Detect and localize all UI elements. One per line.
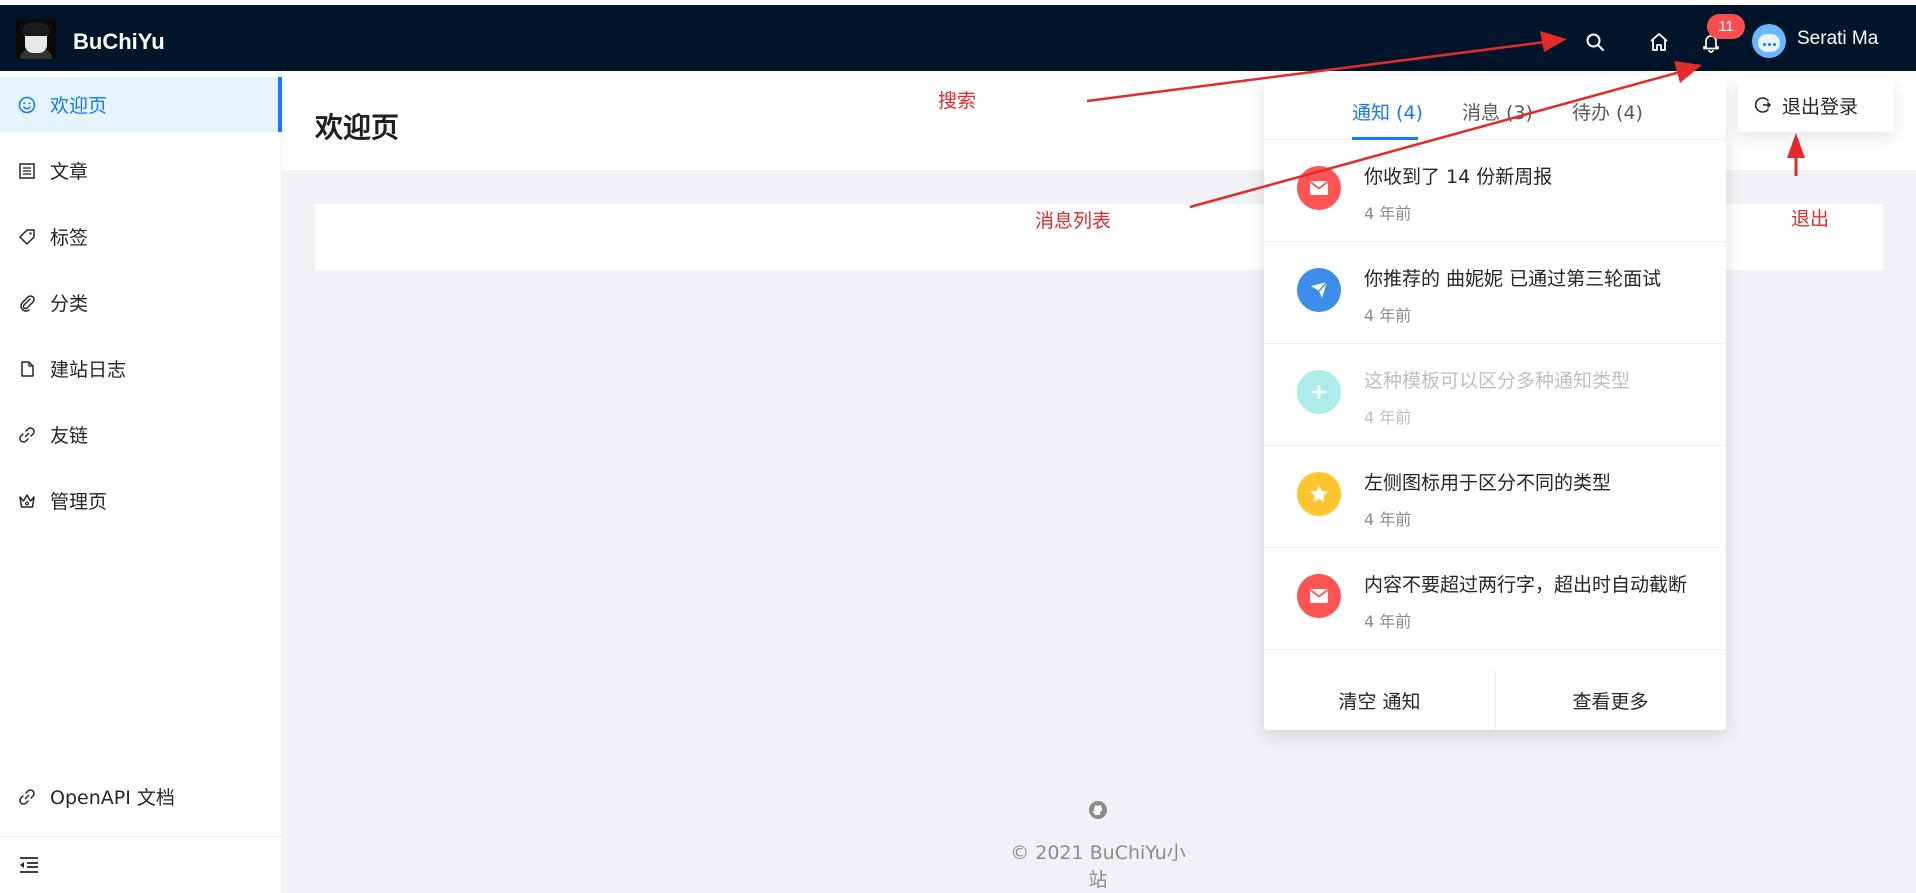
username[interactable]: Serati Ma <box>1797 28 1878 50</box>
notification-tabs: 通知 (4) 消息 (3) 待办 (4) <box>1264 76 1726 140</box>
logout-button[interactable]: 退出登录 <box>1738 78 1894 132</box>
top-header: BuChiYu <box>0 5 1916 71</box>
notice-item[interactable]: 内容不要超过两行字，超出时自动截断 4 年前 <box>1264 548 1726 650</box>
sidebar-item-admin[interactable]: 管理页 <box>0 473 282 528</box>
home-icon[interactable] <box>1644 27 1674 57</box>
notice-time: 4 年前 <box>1364 204 1412 223</box>
annotation-message-list: 消息列表 <box>1035 210 1112 232</box>
link-icon <box>18 426 36 444</box>
notice-time: 4 年前 <box>1364 612 1412 631</box>
sidebar-item-label: 分类 <box>50 293 89 315</box>
sidebar-item-label: 管理页 <box>50 491 108 513</box>
notification-badge: 11 <box>1707 14 1745 39</box>
crown-icon <box>18 492 36 510</box>
sidebar-item-articles[interactable]: 文章 <box>0 143 282 198</box>
notice-time: 4 年前 <box>1364 510 1412 529</box>
sidebar-item-label: 文章 <box>50 161 89 183</box>
plus-icon <box>1297 370 1341 414</box>
sidebar-item-label: 建站日志 <box>50 359 127 381</box>
notice-item[interactable]: 你推荐的 曲妮妮 已通过第三轮面试 4 年前 <box>1264 242 1726 344</box>
avatar[interactable] <box>1752 24 1786 58</box>
notice-title: 这种模板可以区分多种通知类型 <box>1364 370 1631 392</box>
github-icon[interactable] <box>1087 799 1109 821</box>
notice-item[interactable]: 左侧图标用于区分不同的类型 4 年前 <box>1264 446 1726 548</box>
notice-time: 4 年前 <box>1364 306 1412 325</box>
search-icon[interactable] <box>1580 27 1610 57</box>
send-icon <box>1297 268 1341 312</box>
smile-icon <box>18 96 36 114</box>
annotation-logout: 退出 <box>1791 208 1830 230</box>
logout-label: 退出登录 <box>1782 95 1859 118</box>
tab-todos[interactable]: 待办 (4) <box>1572 98 1643 125</box>
page-title: 欢迎页 <box>315 111 400 144</box>
brand-name[interactable]: BuChiYu <box>73 29 165 55</box>
sidebar-divider <box>0 836 282 837</box>
sidebar-item-friend-links[interactable]: 友链 <box>0 407 282 462</box>
notice-item[interactable]: 这种模板可以区分多种通知类型 4 年前 <box>1264 344 1726 446</box>
menu-fold-icon[interactable] <box>16 852 42 878</box>
footer-copyright: © 2021 BuChiYu小站 <box>1010 842 1186 891</box>
annotation-search: 搜索 <box>938 90 977 112</box>
sidebar-item-categories[interactable]: 分类 <box>0 275 282 330</box>
notification-footer: 清空 通知 查看更多 <box>1264 670 1726 730</box>
star-icon <box>1297 472 1341 516</box>
list-icon <box>18 162 36 180</box>
mail-icon <box>1297 166 1341 210</box>
paperclip-icon <box>18 294 36 312</box>
sidebar-item-tags[interactable]: 标签 <box>0 209 282 264</box>
sidebar-item-welcome[interactable]: 欢迎页 <box>0 77 282 132</box>
tag-icon <box>18 228 36 246</box>
sidebar-item-site-log[interactable]: 建站日志 <box>0 341 282 396</box>
logout-icon <box>1754 96 1772 114</box>
notice-title: 左侧图标用于区分不同的类型 <box>1364 472 1612 494</box>
sidebar: 欢迎页 文章 标签 分类 建站日志 友链 管理页 OpenAPI 文档 <box>0 71 282 893</box>
sidebar-item-label: 欢迎页 <box>50 95 108 117</box>
file-icon <box>18 360 36 378</box>
sidebar-item-label: OpenAPI 文档 <box>50 787 175 809</box>
notice-title: 内容不要超过两行字，超出时自动截断 <box>1364 574 1688 596</box>
notice-time: 4 年前 <box>1364 408 1412 427</box>
sidebar-item-label: 标签 <box>50 227 89 249</box>
tab-messages[interactable]: 消息 (3) <box>1462 98 1533 125</box>
notice-title: 你推荐的 曲妮妮 已通过第三轮面试 <box>1364 268 1662 290</box>
notification-panel: 通知 (4) 消息 (3) 待办 (4) 你收到了 14 份新周报 4 年前 你… <box>1264 76 1726 730</box>
tab-notifications[interactable]: 通知 (4) <box>1352 98 1423 125</box>
notice-item[interactable]: 你收到了 14 份新周报 4 年前 <box>1264 140 1726 242</box>
sidebar-item-label: 友链 <box>50 425 89 447</box>
view-more-button[interactable]: 查看更多 <box>1495 670 1726 730</box>
brand-logo[interactable] <box>16 19 56 59</box>
link-icon <box>18 788 36 806</box>
sidebar-item-openapi[interactable]: OpenAPI 文档 <box>0 769 282 824</box>
mail-icon <box>1297 574 1341 618</box>
clear-notices-button[interactable]: 清空 通知 <box>1264 670 1495 730</box>
notice-title: 你收到了 14 份新周报 <box>1364 166 1553 188</box>
